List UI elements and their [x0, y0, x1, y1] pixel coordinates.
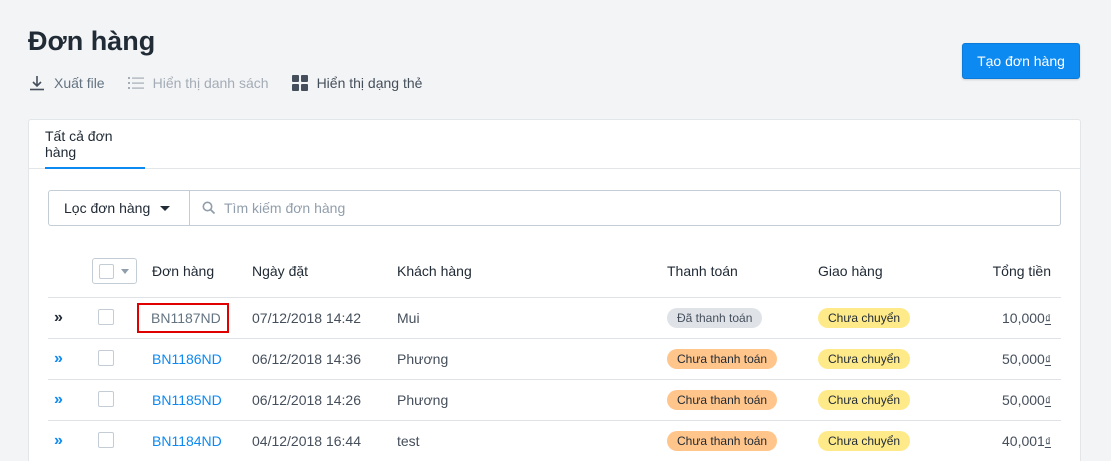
header-payment[interactable]: Thanh toán: [667, 246, 818, 298]
header-shipping[interactable]: Giao hàng: [818, 246, 958, 298]
grid-icon: [291, 75, 308, 91]
order-total: 40,001₫: [958, 420, 1061, 461]
toolbar: Xuất file Hiển thị danh sách Hiển thị dạ…: [28, 72, 444, 94]
filter-label: Lọc đơn hàng: [64, 200, 151, 216]
tab-all-orders[interactable]: Tất cả đơn hàng: [45, 120, 145, 169]
search-box: [190, 191, 1060, 225]
select-header: [80, 246, 152, 298]
total-amount: 10,000: [1002, 309, 1045, 326]
customer-name: Phương: [397, 338, 667, 380]
table-row[interactable]: » BN1187ND 07/12/2018 14:42 Mui Đã thanh…: [48, 297, 1061, 339]
customer-name: Phương: [397, 379, 667, 421]
order-link[interactable]: BN1185ND: [152, 392, 222, 408]
header-customer[interactable]: Khách hàng: [397, 246, 667, 298]
order-total: 50,000₫: [958, 338, 1061, 380]
customer-name: Mui: [397, 297, 667, 339]
currency-symbol: ₫: [1044, 311, 1051, 326]
header-order[interactable]: Đơn hàng: [152, 246, 252, 298]
shipping-status-badge: Chưa chuyển: [818, 389, 911, 410]
export-file-button[interactable]: Xuất file: [28, 74, 105, 92]
row-checkbox[interactable]: [98, 349, 114, 366]
customer-name: test: [397, 420, 667, 461]
shipping-status-badge: Chưa chuyển: [818, 430, 911, 451]
filter-orders-dropdown[interactable]: Lọc đơn hàng: [49, 191, 190, 225]
row-checkbox[interactable]: [98, 308, 114, 325]
page-title: Đơn hàng: [28, 26, 156, 56]
expand-header: [48, 246, 80, 298]
table-header-row: Đơn hàng Ngày đặt Khách hàng Thanh toán …: [48, 246, 1061, 298]
order-date: 04/12/2018 16:44: [252, 420, 397, 461]
order-date: 06/12/2018 14:26: [252, 379, 397, 421]
card-view-button[interactable]: Hiển thị dạng thẻ: [291, 74, 423, 92]
order-date: 07/12/2018 14:42: [252, 297, 397, 339]
search-icon: [202, 201, 216, 215]
download-icon: [30, 76, 44, 91]
row-checkbox[interactable]: [98, 431, 114, 448]
filter-bar: Lọc đơn hàng: [48, 190, 1061, 226]
expand-icon[interactable]: »: [54, 432, 63, 449]
order-link[interactable]: BN1184ND: [152, 433, 222, 449]
orders-table: Đơn hàng Ngày đặt Khách hàng Thanh toán …: [48, 246, 1061, 461]
order-date: 06/12/2018 14:36: [252, 338, 397, 380]
shipping-status-badge: Chưa chuyển: [818, 307, 911, 328]
table-row[interactable]: » BN1185ND 06/12/2018 14:26 Phương Chưa …: [48, 379, 1061, 421]
currency-symbol: ₫: [1044, 393, 1051, 408]
expand-icon[interactable]: »: [54, 309, 63, 326]
table-row[interactable]: » BN1186ND 06/12/2018 14:36 Phương Chưa …: [48, 338, 1061, 380]
list-view-button[interactable]: Hiển thị danh sách: [127, 74, 269, 92]
card-view-label: Hiển thị dạng thẻ: [316, 75, 423, 91]
currency-symbol: ₫: [1044, 352, 1051, 367]
search-input[interactable]: [224, 200, 824, 216]
header-total[interactable]: Tổng tiền: [958, 246, 1061, 298]
order-link[interactable]: BN1187ND: [137, 302, 229, 333]
shipping-status-badge: Chưa chuyển: [818, 348, 911, 369]
row-checkbox[interactable]: [98, 390, 114, 407]
create-order-button[interactable]: Tạo đơn hàng: [962, 43, 1080, 79]
order-link[interactable]: BN1186ND: [152, 351, 222, 367]
caret-down-icon: [160, 205, 171, 211]
expand-icon[interactable]: »: [54, 350, 63, 367]
payment-status-badge: Chưa thanh toán: [667, 348, 778, 369]
order-total: 10,000₫: [958, 297, 1061, 339]
caret-down-icon: [121, 268, 129, 274]
total-amount: 50,000: [1002, 350, 1045, 367]
currency-symbol: ₫: [1044, 434, 1051, 449]
total-amount: 50,000: [1002, 391, 1045, 408]
bulk-select-checkbox[interactable]: [92, 258, 137, 285]
payment-status-badge: Chưa thanh toán: [667, 389, 778, 410]
total-amount: 40,001: [1002, 432, 1045, 449]
list-view-label: Hiển thị danh sách: [152, 75, 269, 91]
export-file-label: Xuất file: [54, 75, 105, 91]
payment-status-badge: Đã thanh toán: [667, 307, 763, 328]
order-total: 50,000₫: [958, 379, 1061, 421]
expand-icon[interactable]: »: [54, 391, 63, 408]
list-icon: [127, 77, 144, 89]
tab-bar: Tất cả đơn hàng: [29, 120, 1080, 169]
checkbox-box: [99, 263, 114, 279]
orders-card: Tất cả đơn hàng Lọc đơn hàng Tìm kiếm đơ…: [28, 119, 1081, 461]
payment-status-badge: Chưa thanh toán: [667, 430, 778, 451]
header-date[interactable]: Ngày đặt: [252, 246, 397, 298]
table-row[interactable]: » BN1184ND 04/12/2018 16:44 test Chưa th…: [48, 420, 1061, 461]
